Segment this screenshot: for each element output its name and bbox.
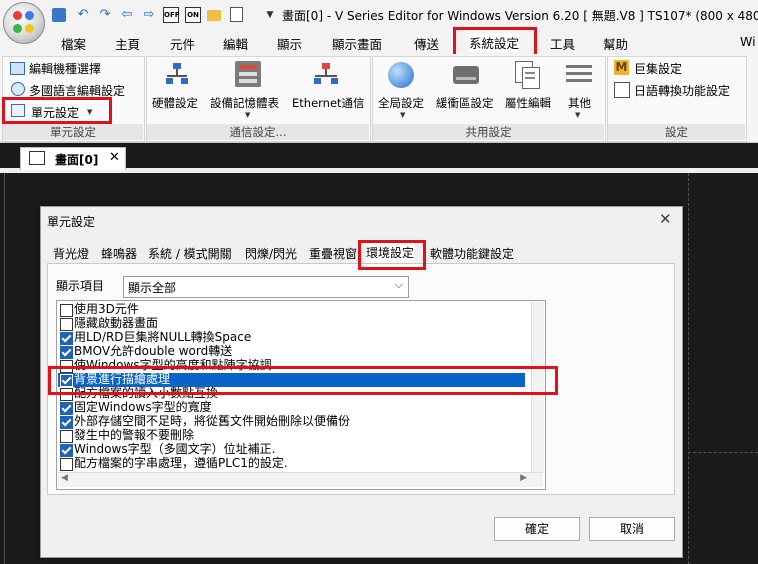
- device-memory-table-button[interactable]: 設備記憶體表: [210, 95, 279, 111]
- tab-soft-function-keys[interactable]: 軟體功能鍵設定: [430, 244, 514, 264]
- canvas-left-edge: [4, 173, 5, 564]
- other-settings-dropdown-icon[interactable]: ▼: [575, 111, 580, 119]
- back-icon[interactable]: ⇦: [119, 7, 135, 23]
- menu-component[interactable]: 元件: [170, 34, 195, 53]
- option-label: 發生中的警報不要刪除: [74, 428, 195, 442]
- option-checkbox[interactable]: [60, 444, 73, 457]
- ribbon-group-common-label: 共用設定: [373, 124, 604, 140]
- menu-transfer[interactable]: 傳送: [414, 34, 439, 53]
- menu-display-screen[interactable]: 顯示畫面: [332, 34, 382, 53]
- other-settings-button[interactable]: 其他: [568, 95, 591, 111]
- language-globe-icon: [11, 82, 25, 96]
- dialog-close-icon[interactable]: ✕: [659, 210, 672, 228]
- ribbon-group-unit-label: 單元設定: [3, 124, 143, 140]
- hardware-settings-button[interactable]: 硬體設定: [152, 95, 198, 111]
- edit-document-icon[interactable]: [230, 7, 243, 22]
- property-edit-icon: [515, 61, 540, 89]
- off-icon[interactable]: OFF: [163, 7, 180, 23]
- ethernet-communication-button[interactable]: Ethernet通信: [292, 95, 365, 111]
- buffer-drive-icon: [453, 66, 479, 84]
- device-memory-icon: [235, 61, 261, 87]
- option-label: 隱藏啟動器畫面: [74, 316, 159, 330]
- menu-file[interactable]: 檔案: [61, 34, 86, 53]
- option-checkbox[interactable]: [60, 304, 73, 317]
- menu-edit[interactable]: 編輯: [223, 34, 248, 53]
- model-select-icon: [10, 62, 25, 75]
- option-label: 外部存儲空間不足時，將從舊文件開始刪除以便備份: [74, 414, 351, 428]
- ethernet-network-icon: [314, 63, 338, 85]
- redo-icon[interactable]: ↷: [97, 7, 113, 23]
- screen-icon: [29, 151, 45, 165]
- display-item-label: 顯示項目: [56, 279, 105, 293]
- customize-dropdown-icon[interactable]: ▼: [262, 7, 278, 23]
- option-checkbox[interactable]: [60, 458, 73, 471]
- other-settings-icon: [566, 63, 592, 85]
- option-checkbox[interactable]: [60, 416, 73, 429]
- menu-help[interactable]: 幫助: [603, 34, 628, 53]
- on-icon[interactable]: ON: [185, 7, 201, 23]
- close-tab-icon[interactable]: ✕: [109, 150, 120, 165]
- highlight-background-drawing-option: [48, 366, 558, 395]
- tab-backlight[interactable]: 背光燈: [53, 244, 89, 264]
- dialog-title: 單元設定: [47, 215, 96, 229]
- global-settings-button[interactable]: 全局設定: [378, 95, 424, 111]
- menu-home[interactable]: 主頁: [115, 34, 140, 53]
- cancel-button[interactable]: 取消: [589, 517, 675, 541]
- option-checkbox[interactable]: [60, 430, 73, 443]
- forward-icon[interactable]: ⇨: [141, 7, 157, 23]
- option-label: 固定Windows字型的寬度: [74, 400, 212, 414]
- undo-icon[interactable]: ↶: [75, 7, 91, 23]
- scroll-right-icon[interactable]: ▶: [520, 473, 527, 483]
- option-checkbox[interactable]: [60, 318, 73, 331]
- option-label: Windows字型（多國文字）位址補正.: [74, 442, 276, 456]
- tab-buzzer[interactable]: 蜂鳴器: [101, 244, 137, 264]
- japanese-conversion-settings-button[interactable]: 日語轉換功能設定: [634, 82, 730, 99]
- option-label: 配方檔案的字串處理，遵循PLC1的設定.: [74, 456, 288, 470]
- horizontal-scrollbar[interactable]: ◀ ▶: [58, 472, 543, 487]
- global-settings-dropdown-icon[interactable]: ▼: [400, 111, 405, 119]
- option-label: BMOV允許double word轉送: [74, 344, 233, 358]
- save-icon[interactable]: [52, 8, 66, 22]
- option-checkbox[interactable]: [60, 346, 73, 359]
- canvas-right-guide: [688, 173, 690, 564]
- ribbon-group-communication-label: 通信設定...: [147, 124, 369, 140]
- buffer-settings-button[interactable]: 緩衝區設定: [436, 95, 494, 111]
- app-logo-icon[interactable]: [3, 2, 45, 44]
- macro-icon: M: [614, 60, 629, 75]
- device-memory-dropdown-icon[interactable]: ▼: [245, 111, 250, 119]
- ok-button[interactable]: 確定: [494, 517, 580, 541]
- ribbon-group-settings-label: 設定: [608, 124, 745, 140]
- document-tab[interactable]: 畫面[0] ✕: [20, 147, 126, 170]
- tab-blink-flash[interactable]: 閃爍/閃光: [245, 244, 297, 264]
- option-label: 使用3D元件: [74, 302, 139, 316]
- menu-tools[interactable]: 工具: [550, 34, 575, 53]
- tab-overlap-window[interactable]: 重疊視窗: [309, 244, 357, 264]
- document-tab-label: 畫面[0]: [55, 153, 99, 167]
- display-item-value: 顯示全部: [128, 281, 177, 295]
- hardware-network-icon: [166, 63, 188, 85]
- scroll-left-icon[interactable]: ◀: [61, 473, 68, 483]
- option-label: 用LD/RD巨集將NULL轉換Space: [74, 330, 252, 344]
- canvas-bottom-guide: [688, 452, 758, 454]
- highlight-unit-settings: [2, 97, 112, 124]
- global-settings-globe-icon: [388, 62, 414, 88]
- edit-model-select-button[interactable]: 編輯機種選擇: [29, 60, 101, 77]
- property-edit-button[interactable]: 屬性編輯: [505, 95, 551, 111]
- tab-system-mode-switch[interactable]: 系統 / 模式開關: [148, 244, 232, 264]
- option-checkbox[interactable]: [60, 332, 73, 345]
- menu-view[interactable]: 顯示: [277, 34, 302, 53]
- chevron-down-icon: ⌵: [394, 278, 403, 291]
- macro-settings-button[interactable]: 巨集設定: [634, 60, 682, 77]
- japanese-convert-icon: [614, 82, 630, 98]
- display-item-select[interactable]: 顯示全部 ⌵: [123, 276, 409, 298]
- highlight-environment-tab: [358, 240, 426, 270]
- option-checkbox[interactable]: [60, 402, 73, 415]
- window-title: 畫面[0] - V Series Editor for Windows Vers…: [282, 9, 758, 23]
- open-folder-icon[interactable]: [207, 10, 221, 21]
- menu-window-truncated[interactable]: Wi: [740, 34, 756, 49]
